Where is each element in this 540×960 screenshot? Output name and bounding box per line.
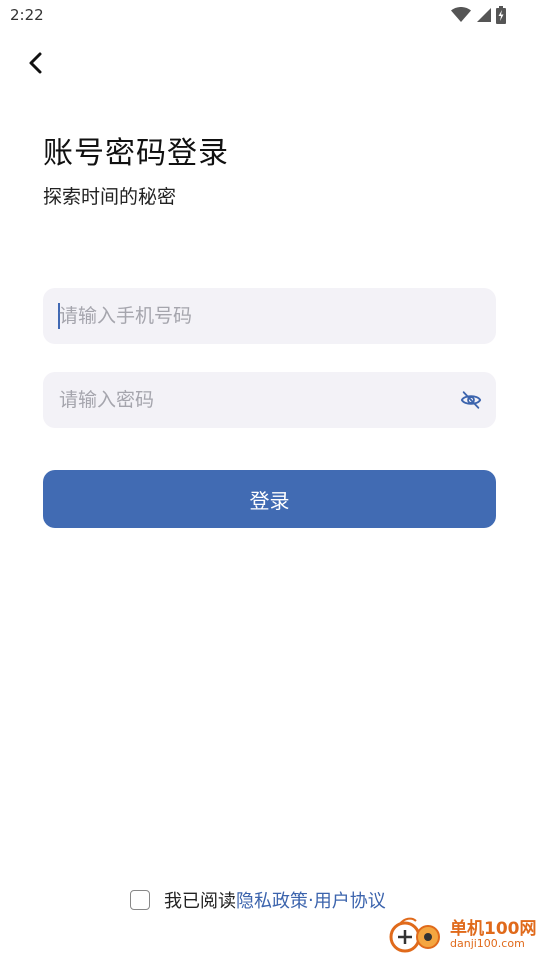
login-button[interactable]: 登录 <box>43 470 496 528</box>
site-watermark: 单机100网 danji100.com <box>388 912 538 958</box>
back-button[interactable] <box>18 48 52 82</box>
login-screen: 2:22 账号密码登录 探索时间的秘密 请输入手机号码 登录 我已阅读 隐私政策… <box>0 0 540 960</box>
status-bar: 2:22 <box>0 0 540 32</box>
password-input-container[interactable] <box>43 372 496 428</box>
chevron-left-icon <box>27 51 43 79</box>
watermark-text: 单机100网 danji100.com <box>450 918 537 951</box>
eye-off-icon[interactable] <box>458 387 484 413</box>
user-agreement-link[interactable]: 用户协议 <box>314 887 386 913</box>
watermark-domain: danji100.com <box>450 937 525 951</box>
wifi-icon <box>451 7 471 23</box>
page-title: 账号密码登录 <box>43 136 229 171</box>
phone-input-container[interactable] <box>43 288 496 344</box>
watermark-name: 单机100网 <box>450 918 537 939</box>
status-time: 2:22 <box>10 6 44 24</box>
watermark-logo-icon <box>388 915 448 955</box>
page-subtitle: 探索时间的秘密 <box>43 186 177 208</box>
password-input[interactable] <box>59 372 439 428</box>
agreement-checkbox[interactable] <box>130 890 150 910</box>
battery-charging-icon <box>496 6 506 24</box>
agreement-prefix: 我已阅读 <box>164 891 236 912</box>
status-icons <box>451 6 506 24</box>
phone-input[interactable] <box>59 288 479 344</box>
privacy-policy-link[interactable]: 隐私政策 <box>236 887 308 913</box>
signal-icon <box>475 7 492 23</box>
agreement-row: 我已阅读 隐私政策 · 用户协议 <box>130 886 386 914</box>
